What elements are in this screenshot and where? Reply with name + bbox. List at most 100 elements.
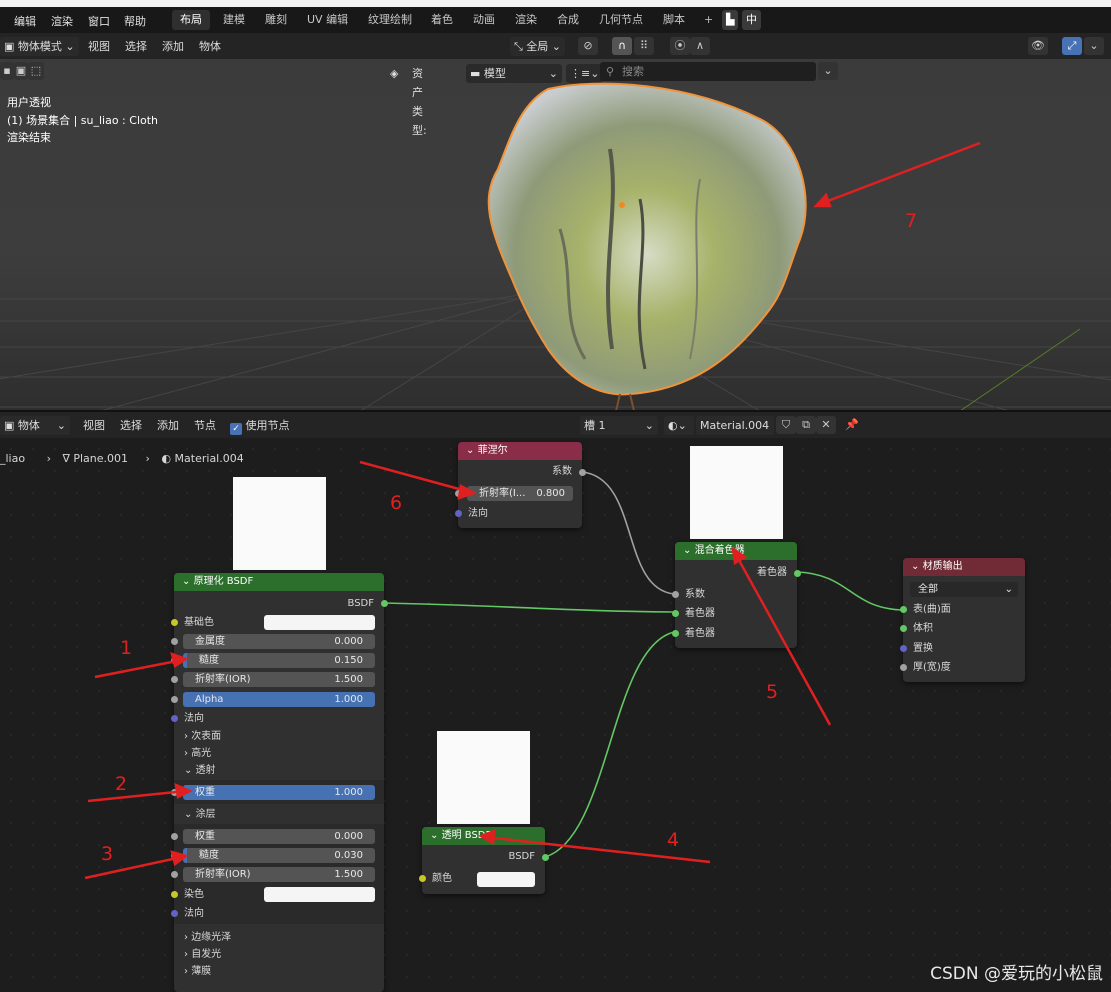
snap-icon[interactable]: ∩ [612, 37, 632, 55]
select-box-icon[interactable]: ▪ [0, 62, 14, 80]
coat-weight-field[interactable]: 权重 0.000 [183, 829, 375, 844]
coat-weight-socket[interactable] [171, 833, 178, 840]
transmission-weight-field[interactable]: 权重 1.000 [183, 785, 375, 800]
proportional-edit-icon[interactable]: ⦿ [670, 37, 690, 55]
menu-render[interactable]: 渲染 [51, 13, 73, 29]
mix-shader-output-socket[interactable] [794, 570, 801, 577]
node-editor-canvas[interactable]: _liao › ∇ Plane.001 › ◐ Material.004 ⌄ 原… [0, 438, 1111, 992]
transparent-color-swatch[interactable] [477, 872, 535, 887]
top-menu-bar: 编辑 渲染 窗口 帮助 布局 建模 雕刻 UV 编辑 纹理绘制 着色 动画 渲染… [0, 0, 1111, 33]
node-menu-add[interactable]: 添加 [157, 416, 179, 435]
material-name-field[interactable]: Material.004 [696, 416, 774, 435]
menu-select[interactable]: 选择 [125, 37, 147, 56]
menu-edit[interactable]: 编辑 [14, 13, 36, 29]
principled-node-header[interactable]: ⌄ 原理化 BSDF [174, 573, 384, 591]
transmission-weight-socket[interactable] [171, 789, 178, 796]
gizmo-icon[interactable]: ⤢ [1062, 37, 1082, 55]
snap-target-icon[interactable]: ⠿ [634, 37, 654, 55]
tab-uv-editing[interactable]: UV 编辑 [299, 10, 356, 30]
transparent-node-header[interactable]: ⌄ 透明 BSDF [422, 827, 545, 845]
menu-window[interactable]: 窗口 [88, 13, 110, 29]
output-node-header[interactable]: ⌄ 材质输出 [903, 558, 1025, 576]
roughness-socket[interactable] [171, 657, 178, 664]
asset-options-icon[interactable]: ⌄ [818, 62, 838, 80]
thin-film-section[interactable]: › 薄膜 [174, 963, 384, 981]
node-menu-select[interactable]: 选择 [120, 416, 142, 435]
node-menu-view[interactable]: 视图 [83, 416, 105, 435]
output-target-dropdown[interactable]: 全部 ⌄ [910, 582, 1018, 597]
shader-type-dropdown[interactable]: ▣ 物体 ⌄ [0, 416, 70, 435]
menu-add[interactable]: 添加 [162, 37, 184, 56]
chevron-down-icon: ⌄ [683, 545, 692, 556]
transparent-bsdf-node[interactable]: ⌄ 透明 BSDF BSDF 颜色 [419, 827, 549, 894]
transparent-bsdf-output-socket[interactable] [542, 854, 549, 861]
falloff-icon[interactable]: ∧ [690, 37, 710, 55]
asset-search-input[interactable]: ⚲ 搜索 [600, 62, 816, 81]
tab-sculpting[interactable]: 雕刻 [257, 10, 295, 30]
mix-node-header[interactable]: ⌄ 混合着色器 [675, 542, 797, 560]
roughness-field[interactable]: 糙度 0.150 [183, 653, 375, 668]
ior-label: 折射率(IOR) [195, 674, 251, 685]
subsurface-section[interactable]: › 次表面 [174, 728, 384, 746]
material-slot-dropdown[interactable]: 槽 1 ⌄ [580, 416, 658, 435]
node-menu-node[interactable]: 节点 [194, 416, 216, 435]
transmission-section[interactable]: ⌄ 透射 [174, 762, 384, 780]
transform-orientation-dropdown[interactable]: ⤡ 全局 ⌄ [510, 37, 566, 56]
fake-user-shield-icon[interactable]: ⛉ [776, 416, 796, 434]
pin-icon[interactable]: 📌 [842, 416, 862, 434]
alpha-socket[interactable] [171, 696, 178, 703]
chevron-down-icon: ⌄ [56, 419, 66, 432]
tab-rendering[interactable]: 渲染 [507, 10, 545, 30]
visibility-eye-icon[interactable]: 👁 [1028, 37, 1048, 55]
pivot-icon[interactable]: ⊘ [578, 37, 598, 55]
alpha-field[interactable]: Alpha 1.000 [183, 692, 375, 707]
coat-roughness-field[interactable]: 糙度 0.030 [183, 848, 375, 863]
select-extend-icon[interactable]: ▣ [14, 62, 28, 80]
menu-view[interactable]: 视图 [88, 37, 110, 56]
add-workspace-icon[interactable]: + [696, 10, 721, 30]
ior-field[interactable]: 折射率(IOR) 1.500 [183, 672, 375, 687]
principled-bsdf-node[interactable]: ⌄ 原理化 BSDF BSDF 基础色 金属度 0.000 糙度 0.150 折射率… [171, 573, 388, 992]
material-browse-dropdown[interactable]: ◐⌄ [664, 416, 694, 435]
fresnel-node[interactable]: ⌄ 菲涅尔 系数 折射率(I... 0.800 法向 [455, 442, 586, 528]
coat-section[interactable]: ⌄ 涂层 [174, 806, 384, 824]
coat-ior-socket[interactable] [171, 871, 178, 878]
gizmo-dropdown-icon[interactable]: ⌄ [1084, 37, 1104, 55]
coat-tint-swatch[interactable] [264, 887, 375, 902]
tab-geometry-nodes[interactable]: 几何节点 [591, 10, 651, 30]
tab-modeling[interactable]: 建模 [215, 10, 253, 30]
principled-bsdf-output-socket[interactable] [381, 600, 388, 607]
tab-animation[interactable]: 动画 [465, 10, 503, 30]
object-mode-dropdown[interactable]: ▣ 物体模式 ⌄ [0, 37, 79, 56]
unlink-material-icon[interactable]: ✕ [816, 416, 836, 434]
fresnel-node-header[interactable]: ⌄ 菲涅尔 [458, 442, 582, 460]
tab-shading[interactable]: 着色 [423, 10, 461, 30]
use-nodes-checkbox[interactable]: ✓ 使用节点 [230, 416, 290, 435]
base-color-swatch[interactable] [264, 615, 375, 630]
ior-socket[interactable] [171, 676, 178, 683]
metallic-socket[interactable] [171, 638, 178, 645]
3d-viewport[interactable]: ◈ 资产类型: ▬ 模型 ⌄ ⋮≡⌄ ⚲ 搜索 ⌄ ▪ ▣ ⬚ 用户透视 (1) 场… [0, 59, 1111, 411]
metallic-field[interactable]: 金属度 0.000 [183, 634, 375, 649]
tab-scripting[interactable]: 脚本 [655, 10, 693, 30]
fresnel-ior-field[interactable]: 折射率(I... 0.800 [467, 486, 573, 501]
tab-layout[interactable]: 布局 [172, 10, 210, 30]
duplicate-material-icon[interactable]: ⧉ [796, 416, 816, 434]
coat-roughness-socket[interactable] [171, 852, 178, 859]
material-output-node[interactable]: ⌄ 材质输出 全部 ⌄ 表(曲)面 体积 置换 厚(宽)度 [900, 558, 1025, 682]
mix-shader-node[interactable]: ⌄ 混合着色器 着色器 系数 着色器 着色器 [672, 542, 801, 648]
menu-help[interactable]: 帮助 [124, 13, 146, 29]
cloth-object[interactable] [0, 59, 1111, 411]
asset-type-dropdown[interactable]: ▬ 模型 ⌄ [466, 64, 562, 83]
tab-compositing[interactable]: 合成 [549, 10, 587, 30]
tab-texture-paint[interactable]: 纹理绘制 [360, 10, 420, 30]
asset-filter-dropdown[interactable]: ⋮≡⌄ [566, 64, 604, 83]
emission-section[interactable]: › 自发光 [174, 946, 384, 964]
select-subtract-icon[interactable]: ⬚ [28, 62, 44, 80]
fresnel-ior-socket[interactable] [455, 490, 462, 497]
specular-section[interactable]: › 高光 [174, 745, 384, 763]
fresnel-fac-output-socket[interactable] [579, 469, 586, 476]
sheen-section[interactable]: › 边缘光泽 [174, 929, 384, 947]
coat-ior-field[interactable]: 折射率(IOR) 1.500 [183, 867, 375, 882]
menu-object[interactable]: 物体 [199, 37, 221, 56]
